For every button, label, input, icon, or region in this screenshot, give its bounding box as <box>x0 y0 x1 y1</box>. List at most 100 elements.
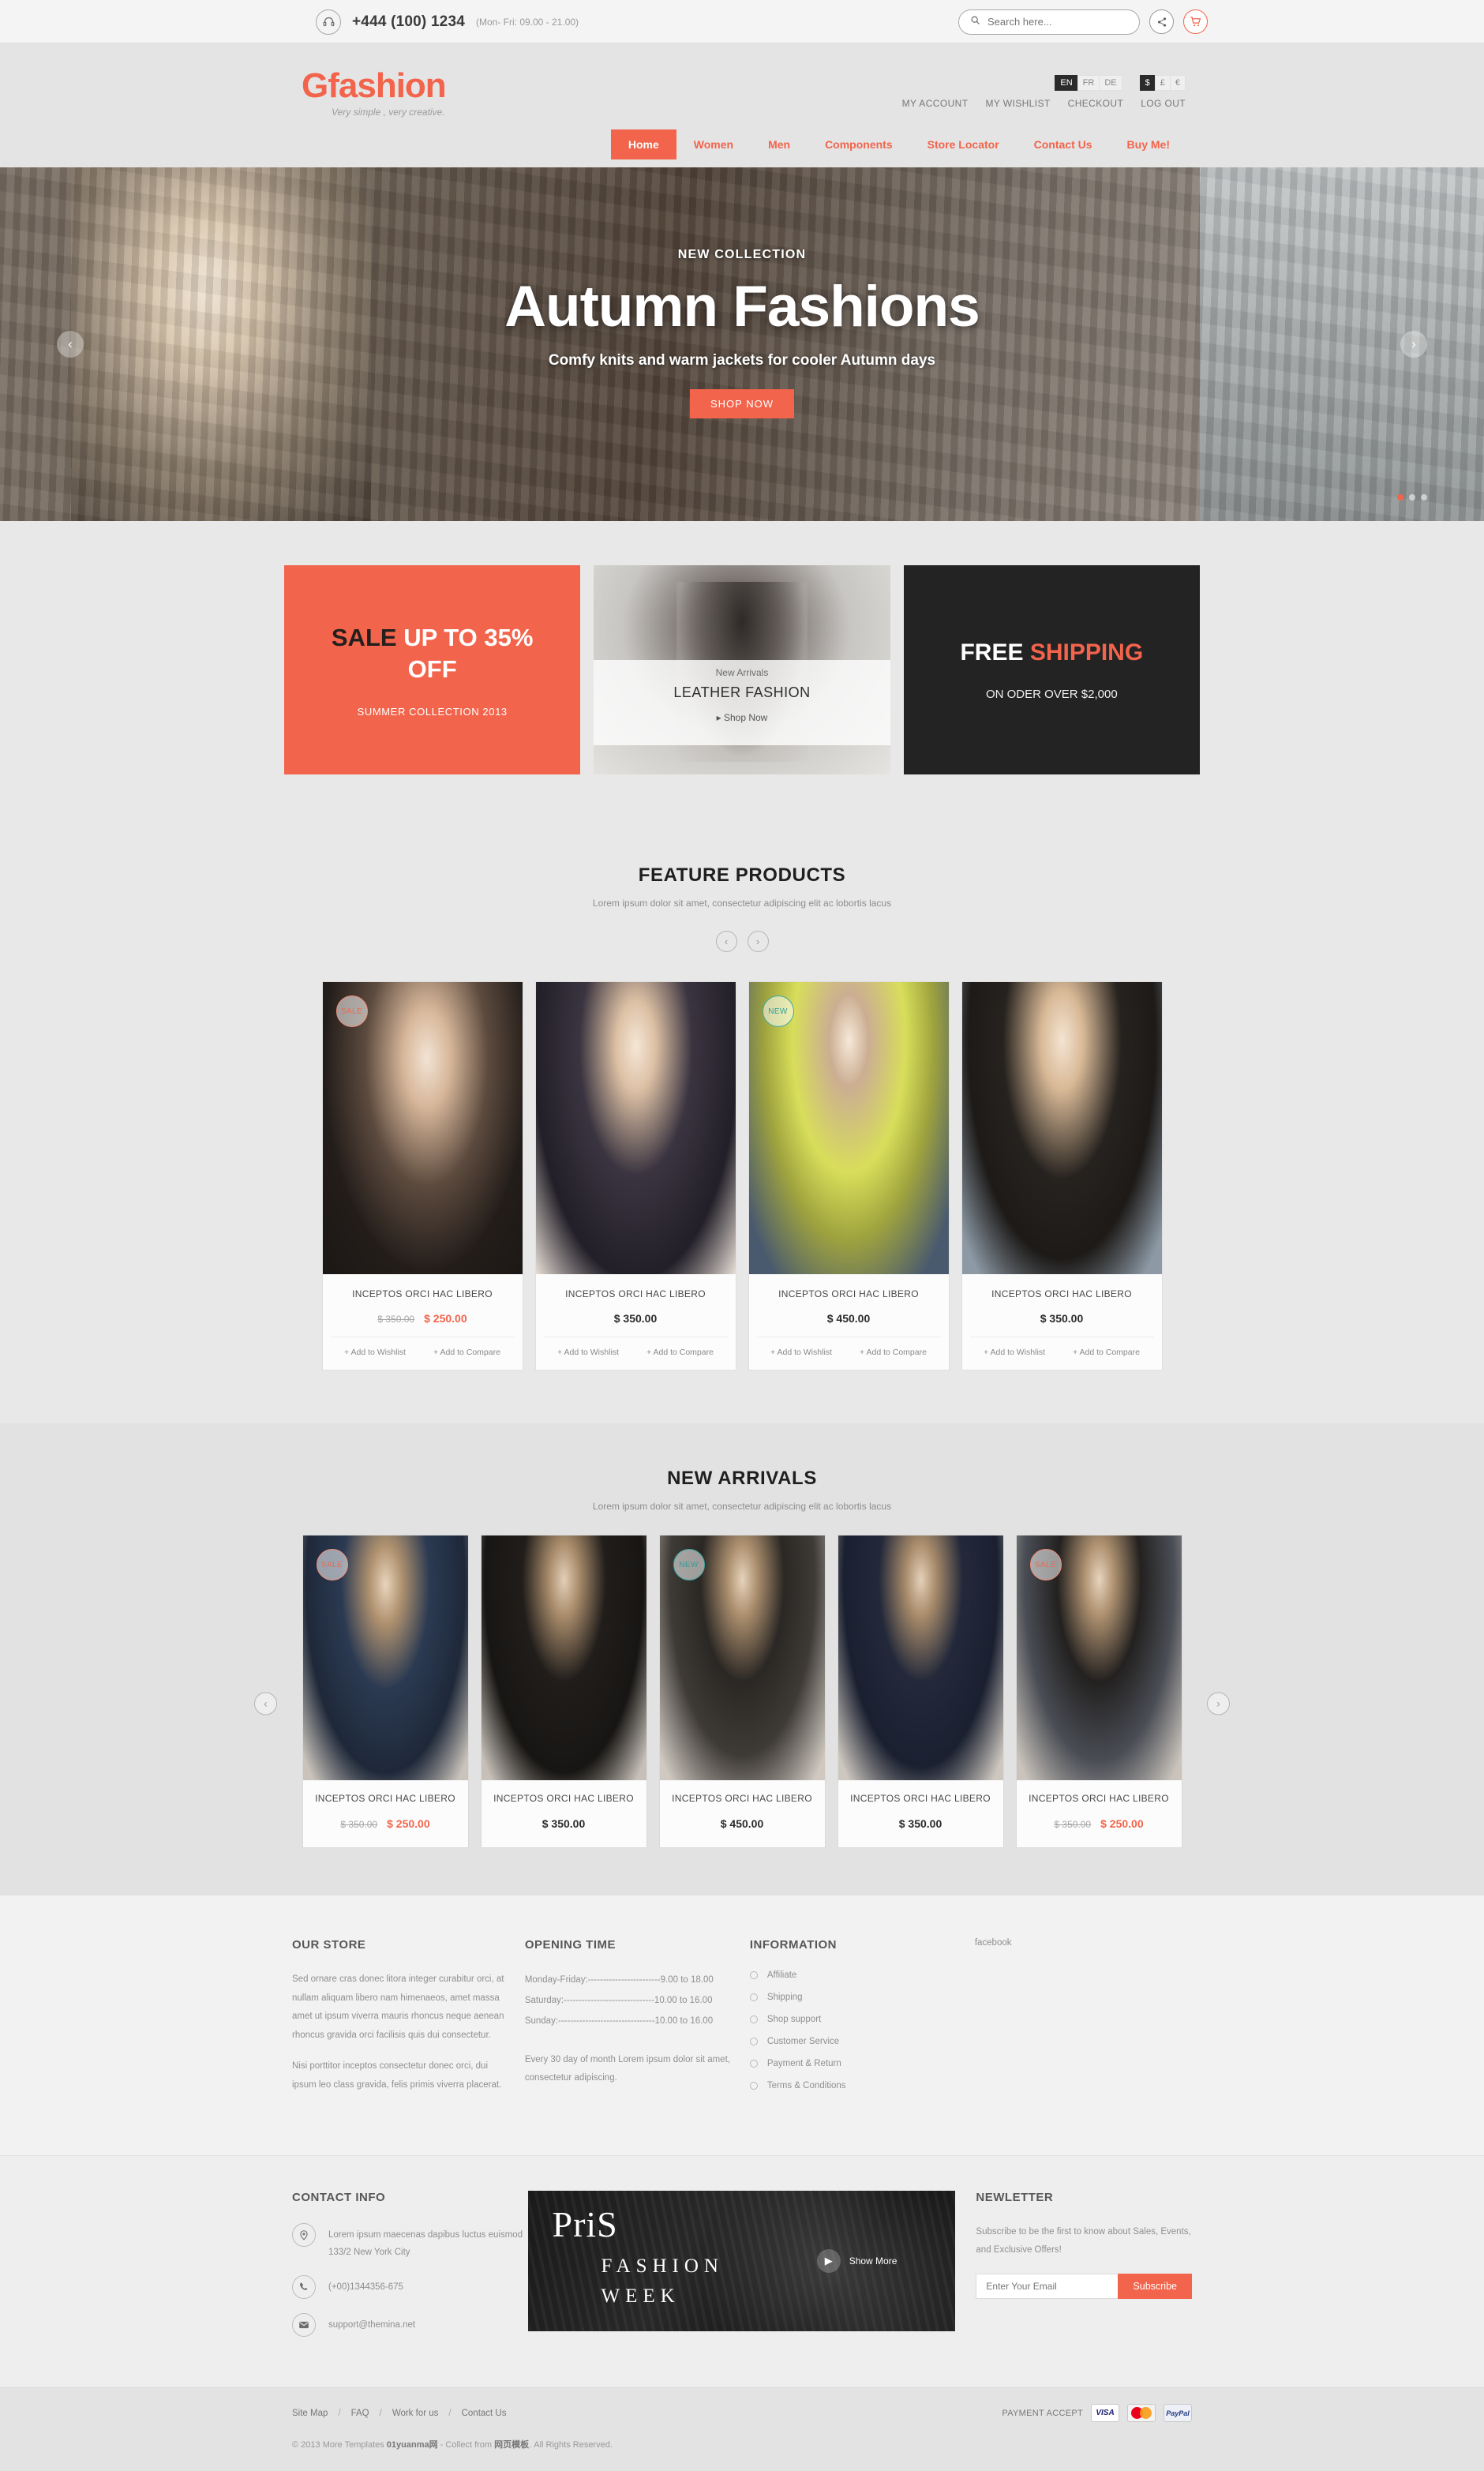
hero-dot-1[interactable] <box>1397 494 1403 501</box>
new-arrivals-next-button[interactable]: › <box>1207 1692 1230 1715</box>
product-card[interactable]: INCEPTOS ORCI HAC LIBERO $ 350.00 <box>838 1535 1003 1848</box>
link-my-wishlist[interactable]: MY WISHLIST <box>985 98 1050 109</box>
top-bar: +444 (100) 1234 (Mon- Fri: 09.00 - 21.00… <box>0 0 1484 43</box>
nav-item-contact-us[interactable]: Contact Us <box>1017 129 1110 159</box>
language-de[interactable]: DE <box>1099 75 1122 91</box>
product-image[interactable] <box>961 982 1162 1274</box>
nav-item-store-locator[interactable]: Store Locator <box>910 129 1017 159</box>
nav-item-women[interactable]: Women <box>676 129 751 159</box>
feature-prev-button[interactable]: ‹ <box>715 931 737 952</box>
promo-sale-subtitle: SUMMER COLLECTION 2013 <box>357 705 508 718</box>
product-image[interactable]: SALE <box>322 982 523 1274</box>
site-logo[interactable]: Gfashion Very simple , very creative. <box>302 69 447 118</box>
nav-item-components[interactable]: Components <box>808 129 910 159</box>
info-link-shop-support[interactable]: Shop support <box>749 2015 956 2024</box>
hero-dot-2[interactable] <box>1409 494 1415 501</box>
language-en[interactable]: EN <box>1055 75 1077 91</box>
hero-shop-now-button[interactable]: SHOP NOW <box>690 388 794 418</box>
hero-pagination-dots[interactable] <box>1397 494 1427 501</box>
cart-icon[interactable] <box>1183 9 1208 34</box>
nav-item-buy-me[interactable]: Buy Me! <box>1110 129 1187 159</box>
product-image[interactable]: NEW <box>659 1535 825 1780</box>
product-price: $ 350.00 <box>1040 1312 1084 1325</box>
product-card[interactable]: INCEPTOS ORCI HAC LIBERO $ 350.00 + Add … <box>535 982 736 1370</box>
product-card[interactable]: SALE INCEPTOS ORCI HAC LIBERO $ 350.00 $… <box>1016 1535 1182 1848</box>
product-card[interactable]: NEW INCEPTOS ORCI HAC LIBERO $ 450.00 + … <box>748 982 949 1370</box>
product-card[interactable]: SALE INCEPTOS ORCI HAC LIBERO $ 350.00 $… <box>322 982 523 1370</box>
search-input[interactable] <box>987 16 1128 28</box>
footer-link-contact-us[interactable]: Contact Us <box>462 2409 507 2418</box>
product-name: INCEPTOS ORCI HAC LIBERO <box>315 1793 455 1804</box>
info-link-terms-conditions[interactable]: Terms & Conditions <box>749 2081 956 2090</box>
product-card[interactable]: INCEPTOS ORCI HAC LIBERO $ 350.00 <box>481 1535 646 1848</box>
new-badge: NEW <box>762 996 794 1027</box>
facebook-link[interactable]: facebook <box>975 1938 1173 1948</box>
new-arrivals-prev-button[interactable]: ‹ <box>254 1692 277 1715</box>
product-image[interactable]: SALE <box>302 1535 468 1780</box>
footer-bottom: Site Map / FAQ / Work for us / Contact U… <box>0 2387 1484 2471</box>
info-link-affiliate[interactable]: Affiliate <box>749 1970 956 1980</box>
footer-link-faq[interactable]: FAQ <box>351 2409 369 2418</box>
visa-icon: VISA <box>1091 2404 1119 2423</box>
currency-eur[interactable]: € <box>1169 75 1186 91</box>
info-link-payment-return[interactable]: Payment & Return <box>749 2059 956 2068</box>
product-name: INCEPTOS ORCI HAC LIBERO <box>850 1793 991 1804</box>
product-card[interactable]: INCEPTOS ORCI HAC LIBERO $ 350.00 + Add … <box>961 982 1162 1370</box>
add-to-wishlist-button[interactable]: + Add to Wishlist <box>557 1348 619 1357</box>
share-icon[interactable] <box>1149 9 1174 34</box>
currency-selector[interactable]: $ £ € <box>1139 75 1186 91</box>
add-to-wishlist-button[interactable]: + Add to Wishlist <box>984 1348 1045 1357</box>
hero-next-button[interactable]: › <box>1400 331 1427 358</box>
nav-item-home[interactable]: Home <box>610 129 676 159</box>
footer-link-site-map[interactable]: Site Map <box>292 2409 328 2418</box>
product-price: $ 350.00 <box>613 1312 658 1325</box>
currency-usd[interactable]: $ <box>1139 75 1155 91</box>
promo-sale-banner[interactable]: SALE UP TO 35% OFF SUMMER COLLECTION 201… <box>284 565 581 774</box>
language-selector[interactable]: EN FR DE <box>1055 75 1122 91</box>
contact-phone-row: (+00)1344356-675 <box>292 2275 528 2300</box>
info-link-customer-service[interactable]: Customer Service <box>749 2037 956 2046</box>
paris-fashion-week-banner[interactable]: PriS FASHION WEEK ▶ Show More <box>528 2190 956 2331</box>
product-image[interactable] <box>535 982 736 1274</box>
contact-info-title: CONTACT INFO <box>292 2190 386 2204</box>
link-checkout[interactable]: CHECKOUT <box>1068 98 1124 109</box>
hero-prev-button[interactable]: ‹ <box>57 331 84 358</box>
footer-social: facebook <box>975 1938 1192 2107</box>
newsletter-email-input[interactable] <box>976 2273 1119 2299</box>
product-image[interactable]: SALE <box>1016 1535 1182 1780</box>
product-card[interactable]: NEW INCEPTOS ORCI HAC LIBERO $ 450.00 <box>659 1535 825 1848</box>
promo-shipping-banner[interactable]: FREE SHIPPING ON ODER OVER $2,000 <box>903 565 1200 774</box>
add-to-compare-button[interactable]: + Add to Compare <box>1073 1348 1140 1357</box>
search-box[interactable] <box>958 9 1140 35</box>
add-to-wishlist-button[interactable]: + Add to Wishlist <box>344 1348 406 1357</box>
our-store-paragraph-1: Sed ornare cras donec litora integer cur… <box>292 1974 504 2040</box>
link-my-account[interactable]: MY ACCOUNT <box>902 98 969 109</box>
info-link-shipping[interactable]: Shipping <box>749 1993 956 2002</box>
product-image[interactable]: NEW <box>748 982 949 1274</box>
link-log-out[interactable]: LOG OUT <box>1141 98 1186 109</box>
leather-shop-now-link[interactable]: ▸ Shop Now <box>594 712 890 723</box>
currency-gbp[interactable]: £ <box>1154 75 1170 91</box>
paris-show-more-button[interactable]: ▶ Show More <box>816 2248 897 2273</box>
opening-time-note: Every 30 day of month Lorem ipsum dolor … <box>524 2054 730 2083</box>
leather-kicker: New Arrivals <box>715 667 769 678</box>
envelope-icon <box>292 2313 316 2338</box>
nav-item-men[interactable]: Men <box>751 129 808 159</box>
product-name: INCEPTOS ORCI HAC LIBERO <box>352 1288 493 1299</box>
promo-leather-banner[interactable]: New Arrivals LEATHER FASHION ▸ Shop Now <box>594 565 890 774</box>
language-fr[interactable]: FR <box>1077 75 1100 91</box>
add-to-compare-button[interactable]: + Add to Compare <box>433 1348 500 1357</box>
product-card[interactable]: SALE INCEPTOS ORCI HAC LIBERO $ 350.00 $… <box>302 1535 468 1848</box>
product-image[interactable] <box>481 1535 646 1780</box>
footer-link-work-for-us[interactable]: Work for us <box>392 2409 439 2418</box>
product-image[interactable] <box>838 1535 1003 1780</box>
newsletter-subscribe-button[interactable]: Subscribe <box>1118 2273 1192 2299</box>
search-icon <box>970 15 980 29</box>
hero-dot-3[interactable] <box>1421 494 1427 501</box>
add-to-compare-button[interactable]: + Add to Compare <box>646 1348 714 1357</box>
product-name: INCEPTOS ORCI HAC LIBERO <box>672 1793 812 1804</box>
add-to-compare-button[interactable]: + Add to Compare <box>860 1348 927 1357</box>
footer-information: INFORMATION Affiliate Shipping Shop supp… <box>749 1938 975 2107</box>
add-to-wishlist-button[interactable]: + Add to Wishlist <box>770 1348 832 1357</box>
feature-next-button[interactable]: › <box>747 931 769 952</box>
